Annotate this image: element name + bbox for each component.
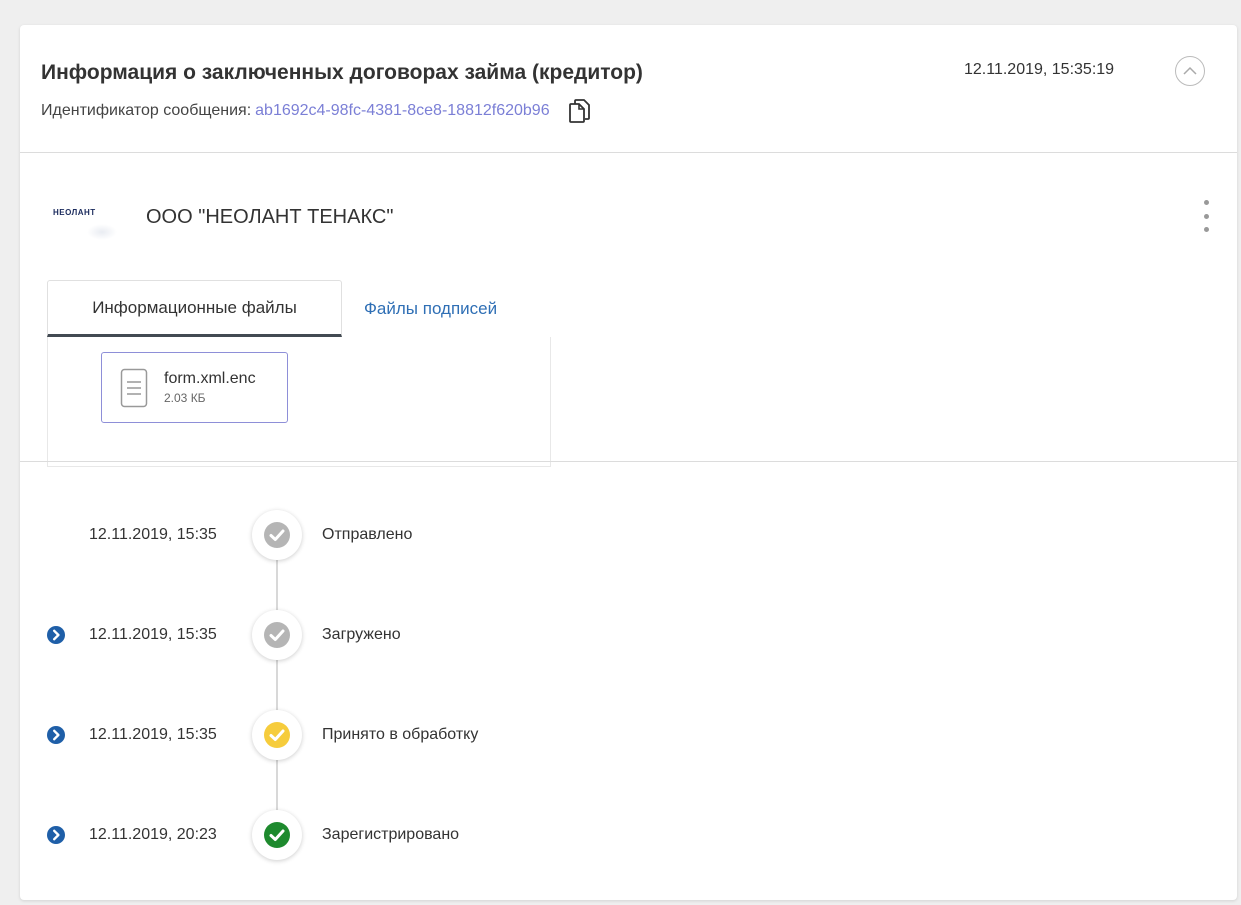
- file-size: 2.03 КБ: [164, 391, 206, 405]
- check-circle-icon: [264, 722, 290, 748]
- timeline-item: 12.11.2019, 15:35 Принято в обработку: [20, 710, 1237, 760]
- message-card: Информация о заключенных договорах займа…: [20, 25, 1237, 900]
- kebab-dot-icon: [1203, 200, 1209, 205]
- tab-panel: form.xml.enc 2.03 КБ: [47, 337, 551, 467]
- file-info: form.xml.enc 2.03 КБ: [164, 370, 256, 405]
- org-name: ООО "НЕОЛАНТ ТЕНАКС": [146, 206, 394, 228]
- chevron-up-icon: [1183, 66, 1197, 75]
- copy-icon[interactable]: [568, 99, 590, 123]
- card-header: Информация о заключенных договорах займа…: [20, 25, 1237, 153]
- timeline-status: Зарегистрировано: [322, 826, 460, 843]
- org-logo: НЕОЛАНТ: [53, 202, 125, 254]
- expand-arrow-icon[interactable]: [47, 826, 65, 844]
- message-id-label: Идентификатор сообщения:: [41, 102, 252, 119]
- document-icon: [120, 368, 148, 407]
- collapse-button[interactable]: [1175, 56, 1205, 86]
- more-menu-button[interactable]: [1200, 198, 1212, 234]
- timeline-item: 12.11.2019, 15:35 Загружено: [20, 610, 1237, 660]
- kebab-dot-icon: [1203, 227, 1209, 232]
- timeline-node: [252, 710, 302, 760]
- timeline-status: Отправлено: [322, 526, 413, 543]
- timeline-connector: [276, 540, 278, 830]
- org-logo-text: НЕОЛАНТ: [53, 208, 96, 217]
- message-date: 12.11.2019, 15:35:19: [964, 61, 1115, 78]
- org-logo-mark: [87, 224, 117, 240]
- check-circle-icon: [264, 822, 290, 848]
- timeline-date: 12.11.2019, 15:35: [89, 526, 217, 543]
- file-tabs: Информационные файлы Файлы подписей: [47, 280, 518, 337]
- message-id-row: Идентификатор сообщения: ab1692c4-98fc-4…: [41, 99, 590, 123]
- check-circle-icon: [264, 522, 290, 548]
- timeline-node: [252, 810, 302, 860]
- timeline-node: [252, 610, 302, 660]
- expand-arrow-icon[interactable]: [47, 626, 65, 644]
- timeline-date: 12.11.2019, 15:35: [89, 626, 217, 643]
- kebab-dot-icon: [1203, 213, 1209, 219]
- message-id-value[interactable]: ab1692c4-98fc-4381-8ce8-18812f620b96: [255, 102, 549, 120]
- timeline-status: Принято в обработку: [322, 726, 479, 743]
- timeline-node: [252, 510, 302, 560]
- tab-info-files[interactable]: Информационные файлы: [47, 280, 342, 337]
- timeline-status: Загружено: [322, 626, 401, 643]
- check-circle-icon: [264, 622, 290, 648]
- timeline-date: 12.11.2019, 15:35: [89, 726, 217, 743]
- page-title: Информация о заключенных договорах займа…: [41, 61, 643, 84]
- expand-arrow-icon[interactable]: [47, 726, 65, 744]
- section-divider: [20, 461, 1237, 462]
- timeline-date: 12.11.2019, 20:23: [89, 826, 217, 843]
- tab-signature-files[interactable]: Файлы подписей: [342, 280, 518, 337]
- file-item[interactable]: form.xml.enc 2.03 КБ: [101, 352, 288, 423]
- timeline-item: 12.11.2019, 15:35 Отправлено: [20, 510, 1237, 560]
- file-name: form.xml.enc: [164, 370, 256, 387]
- timeline-item: 12.11.2019, 20:23 Зарегистрировано: [20, 810, 1237, 860]
